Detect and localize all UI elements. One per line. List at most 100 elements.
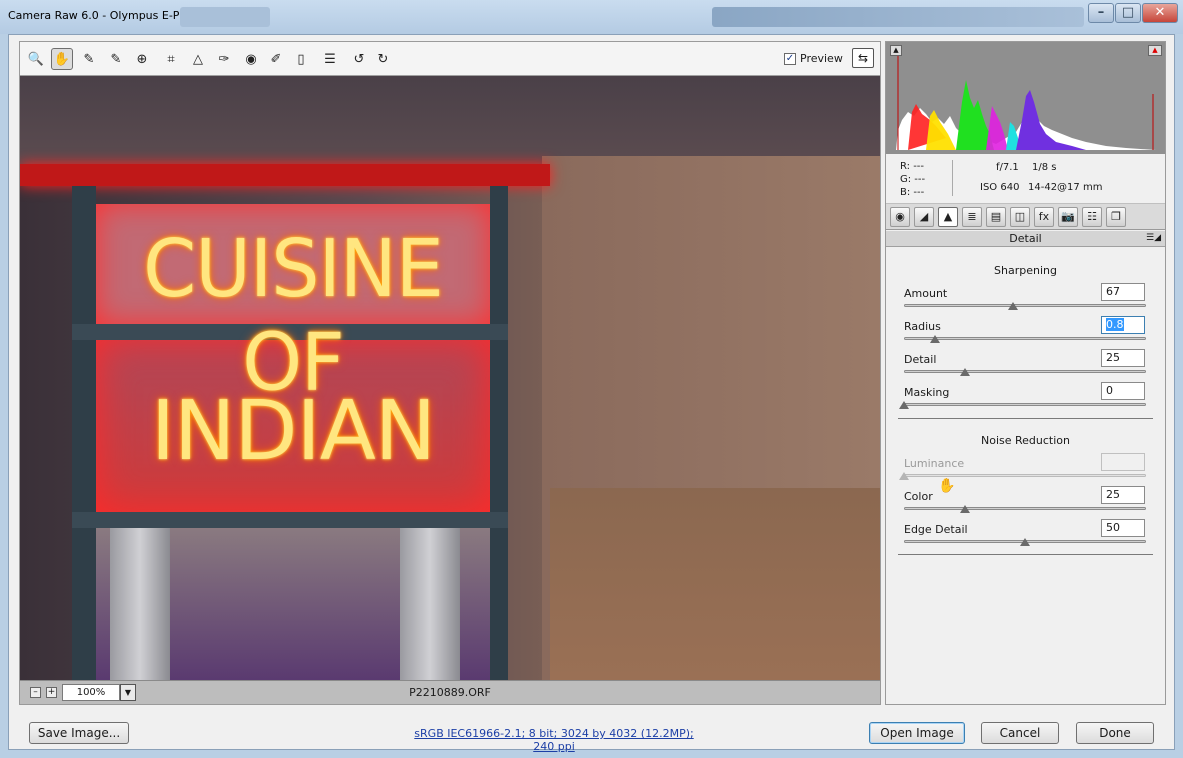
color-value: 25	[1106, 488, 1120, 501]
highlight-clipping-icon[interactable]: ▲	[1148, 45, 1162, 56]
color-slider-thumb[interactable]	[959, 505, 970, 513]
histogram-graph	[896, 56, 1156, 150]
preferences-icon[interactable]: ☰	[319, 48, 341, 70]
amount-value: 67	[1106, 285, 1120, 298]
close-button[interactable]: ✕	[1142, 3, 1178, 23]
fullscreen-toggle-icon[interactable]: ⇆	[852, 48, 874, 68]
photo-curtain-right	[400, 528, 460, 680]
split-toning-tab-icon[interactable]: ▤	[986, 207, 1006, 227]
detail-tab-icon[interactable]: ▲	[938, 207, 958, 227]
workflow-options-link[interactable]: sRGB IEC61966-2.1; 8 bit; 3024 by 4032 (…	[409, 727, 699, 753]
lens-value: 14-42@17 mm	[1028, 182, 1103, 193]
preview-toggle[interactable]: ✓ Preview	[784, 52, 843, 65]
detail-value-field[interactable]: 25	[1101, 349, 1145, 367]
adjustment-brush-icon[interactable]: ✐	[265, 48, 287, 70]
workspace-strip-right	[712, 7, 1084, 27]
effects-tab-icon[interactable]: fx	[1034, 207, 1054, 227]
photo-frame-left	[72, 186, 96, 680]
cancel-button[interactable]: Cancel	[981, 722, 1059, 744]
luminance-slider-track	[904, 474, 1146, 477]
radius-value: 0.8	[1106, 318, 1124, 331]
white-balance-tool-icon[interactable]: ✎	[78, 48, 100, 70]
title-bar: Camera Raw 6.0 - Olympus E-P2 – □ ✕	[0, 0, 1183, 34]
camera-raw-dialog: ✓ Preview ⇆ 🔍 ✋ ✎ ✎ ⊕ ⌗ △ ✑ ◉ ✐ ▯ ☰ ↺ ↻ CUISINE OF IN…	[8, 34, 1175, 753]
iso-value: ISO 640	[980, 182, 1020, 193]
masking-value-field[interactable]: 0	[1101, 382, 1145, 400]
camera-calibration-tab-icon[interactable]: 📷	[1058, 207, 1078, 227]
maximize-button[interactable]: □	[1115, 3, 1141, 23]
radius-slider-thumb[interactable]	[930, 335, 941, 343]
lens-corrections-tab-icon[interactable]: ◫	[1010, 207, 1030, 227]
masking-label: Masking	[904, 386, 950, 399]
radius-value-field[interactable]: 0.8	[1101, 316, 1145, 334]
workspace-strip	[180, 7, 270, 27]
histogram: ▲ ▲	[886, 42, 1165, 154]
snapshots-tab-icon[interactable]: ❐	[1106, 207, 1126, 227]
minimize-button[interactable]: –	[1088, 3, 1114, 23]
aperture-value: f/7.1	[996, 162, 1019, 173]
photo-wall-top	[20, 76, 880, 166]
red-readout: R: ---	[900, 161, 925, 172]
amount-slider-thumb[interactable]	[1007, 302, 1018, 310]
rotate-left-icon[interactable]: ↺	[348, 48, 370, 70]
basic-tab-icon[interactable]: ◉	[890, 207, 910, 227]
detail-label: Detail	[904, 353, 937, 366]
save-image-button[interactable]: Save Image...	[29, 722, 129, 744]
red-eye-tool-icon[interactable]: ◉	[240, 48, 262, 70]
green-readout: G: ---	[900, 174, 926, 185]
tool-bar: ✓ Preview ⇆ 🔍 ✋ ✎ ✎ ⊕ ⌗ △ ✑ ◉ ✐ ▯ ☰ ↺ ↻	[20, 42, 880, 76]
edge-detail-slider-thumb[interactable]	[1020, 538, 1030, 546]
masking-slider-track[interactable]	[904, 403, 1146, 406]
open-image-button[interactable]: Open Image	[869, 722, 965, 744]
file-name: P2210889.ORF	[409, 686, 491, 699]
preview-panel: ✓ Preview ⇆ 🔍 ✋ ✎ ✎ ⊕ ⌗ △ ✑ ◉ ✐ ▯ ☰ ↺ ↻ CUISINE OF IN…	[19, 41, 881, 705]
amount-slider-track[interactable]	[904, 304, 1146, 307]
color-slider-track[interactable]	[904, 507, 1146, 510]
graduated-filter-icon[interactable]: ▯	[290, 48, 312, 70]
image-preview[interactable]: CUISINE OF INDIAN	[20, 76, 880, 680]
neon-sign-line-1: CUISINE OF	[143, 221, 444, 409]
sharpening-divider	[898, 418, 1153, 419]
adjustment-panel: ▲ ▲ R: --- G: --- B: --- f/7.1 1/8 s ISO…	[885, 41, 1166, 705]
hand-cursor-icon: ✋	[938, 478, 956, 494]
color-sampler-tool-icon[interactable]: ✎	[105, 48, 127, 70]
detail-slider-thumb[interactable]	[959, 368, 970, 376]
hsl-tab-icon[interactable]: ≣	[962, 207, 982, 227]
luminance-value-field	[1101, 453, 1145, 471]
zoom-tool-icon[interactable]: 🔍	[25, 48, 47, 70]
sharpening-title: Sharpening	[994, 264, 1057, 277]
luminance-slider-thumb	[899, 472, 909, 480]
preview-status-bar: – + 100% ▼ P2210889.ORF	[20, 680, 880, 704]
shutter-value: 1/8 s	[1032, 162, 1057, 173]
edge-detail-value: 50	[1106, 521, 1120, 534]
detail-value: 25	[1106, 351, 1120, 364]
neon-sign-line-2: INDIAN	[150, 384, 436, 479]
panel-menu-icon[interactable]: ☰◢	[1146, 231, 1161, 246]
masking-slider-thumb[interactable]	[899, 401, 909, 409]
color-value-field[interactable]: 25	[1101, 486, 1145, 504]
detail-slider-track[interactable]	[904, 370, 1146, 373]
targeted-adjustment-tool-icon[interactable]: ⊕	[131, 48, 153, 70]
photo-frame-bar-lower	[72, 512, 508, 528]
rgb-readout: R: --- G: --- B: ---	[900, 160, 925, 199]
rotate-right-icon[interactable]: ↻	[372, 48, 394, 70]
color-label: Color	[904, 490, 933, 503]
panel-title: Detail	[1009, 232, 1042, 245]
photo-frame-right	[490, 186, 508, 680]
image-info: R: --- G: --- B: --- f/7.1 1/8 s ISO 640…	[886, 154, 1165, 204]
spot-removal-tool-icon[interactable]: ✑	[213, 48, 235, 70]
hand-tool-icon[interactable]: ✋	[51, 48, 73, 70]
amount-label: Amount	[904, 287, 948, 300]
crop-tool-icon[interactable]: ⌗	[160, 48, 182, 70]
noise-title: Noise Reduction	[981, 434, 1070, 447]
shadow-clipping-icon[interactable]: ▲	[890, 45, 902, 56]
straighten-tool-icon[interactable]: △	[187, 48, 209, 70]
done-button[interactable]: Done	[1076, 722, 1154, 744]
blue-readout: B: ---	[900, 187, 925, 198]
edge-detail-value-field[interactable]: 50	[1101, 519, 1145, 537]
tone-curve-tab-icon[interactable]: ◢	[914, 207, 934, 227]
preview-checkbox[interactable]: ✓	[784, 52, 796, 65]
noise-divider	[898, 554, 1153, 555]
amount-value-field[interactable]: 67	[1101, 283, 1145, 301]
presets-tab-icon[interactable]: ☷	[1082, 207, 1102, 227]
